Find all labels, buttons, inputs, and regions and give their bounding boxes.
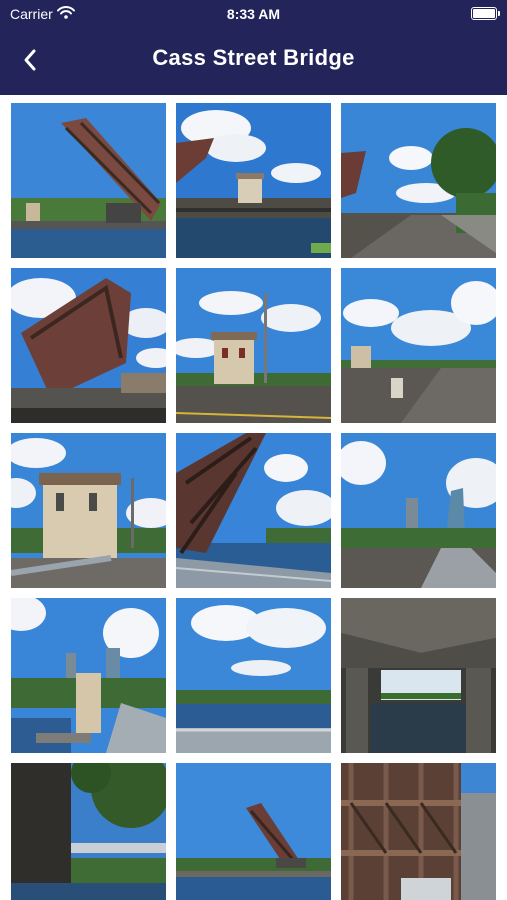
battery-level	[473, 9, 495, 18]
clock: 8:33 AM	[226, 6, 281, 22]
back-button[interactable]	[14, 44, 46, 76]
photo-7[interactable]	[11, 433, 166, 588]
chevron-left-icon	[24, 49, 36, 71]
photo-14[interactable]	[176, 763, 331, 900]
photo-12[interactable]	[341, 598, 496, 753]
photo-11[interactable]	[176, 598, 331, 753]
photo-1[interactable]	[11, 103, 166, 258]
photo-8[interactable]	[176, 433, 331, 588]
status-bar: Carrier 8:33 AM	[0, 0, 507, 28]
photo-6[interactable]	[341, 268, 496, 423]
photo-13[interactable]	[11, 763, 166, 900]
header: Carrier 8:33 AM Cass Street Bridge	[0, 0, 507, 95]
navigation-bar: Cass Street Bridge	[0, 28, 507, 95]
battery-icon	[471, 7, 500, 20]
app-screen: Carrier 8:33 AM Cass Street Bridge	[0, 0, 507, 900]
photo-5[interactable]	[176, 268, 331, 423]
page-title: Cass Street Bridge	[152, 45, 355, 70]
photo-15[interactable]	[341, 763, 496, 900]
photo-4[interactable]	[11, 268, 166, 423]
photo-grid	[11, 103, 498, 900]
photo-9[interactable]	[341, 433, 496, 588]
photo-2[interactable]	[176, 103, 331, 258]
photo-3[interactable]	[341, 103, 496, 258]
photo-10[interactable]	[11, 598, 166, 753]
